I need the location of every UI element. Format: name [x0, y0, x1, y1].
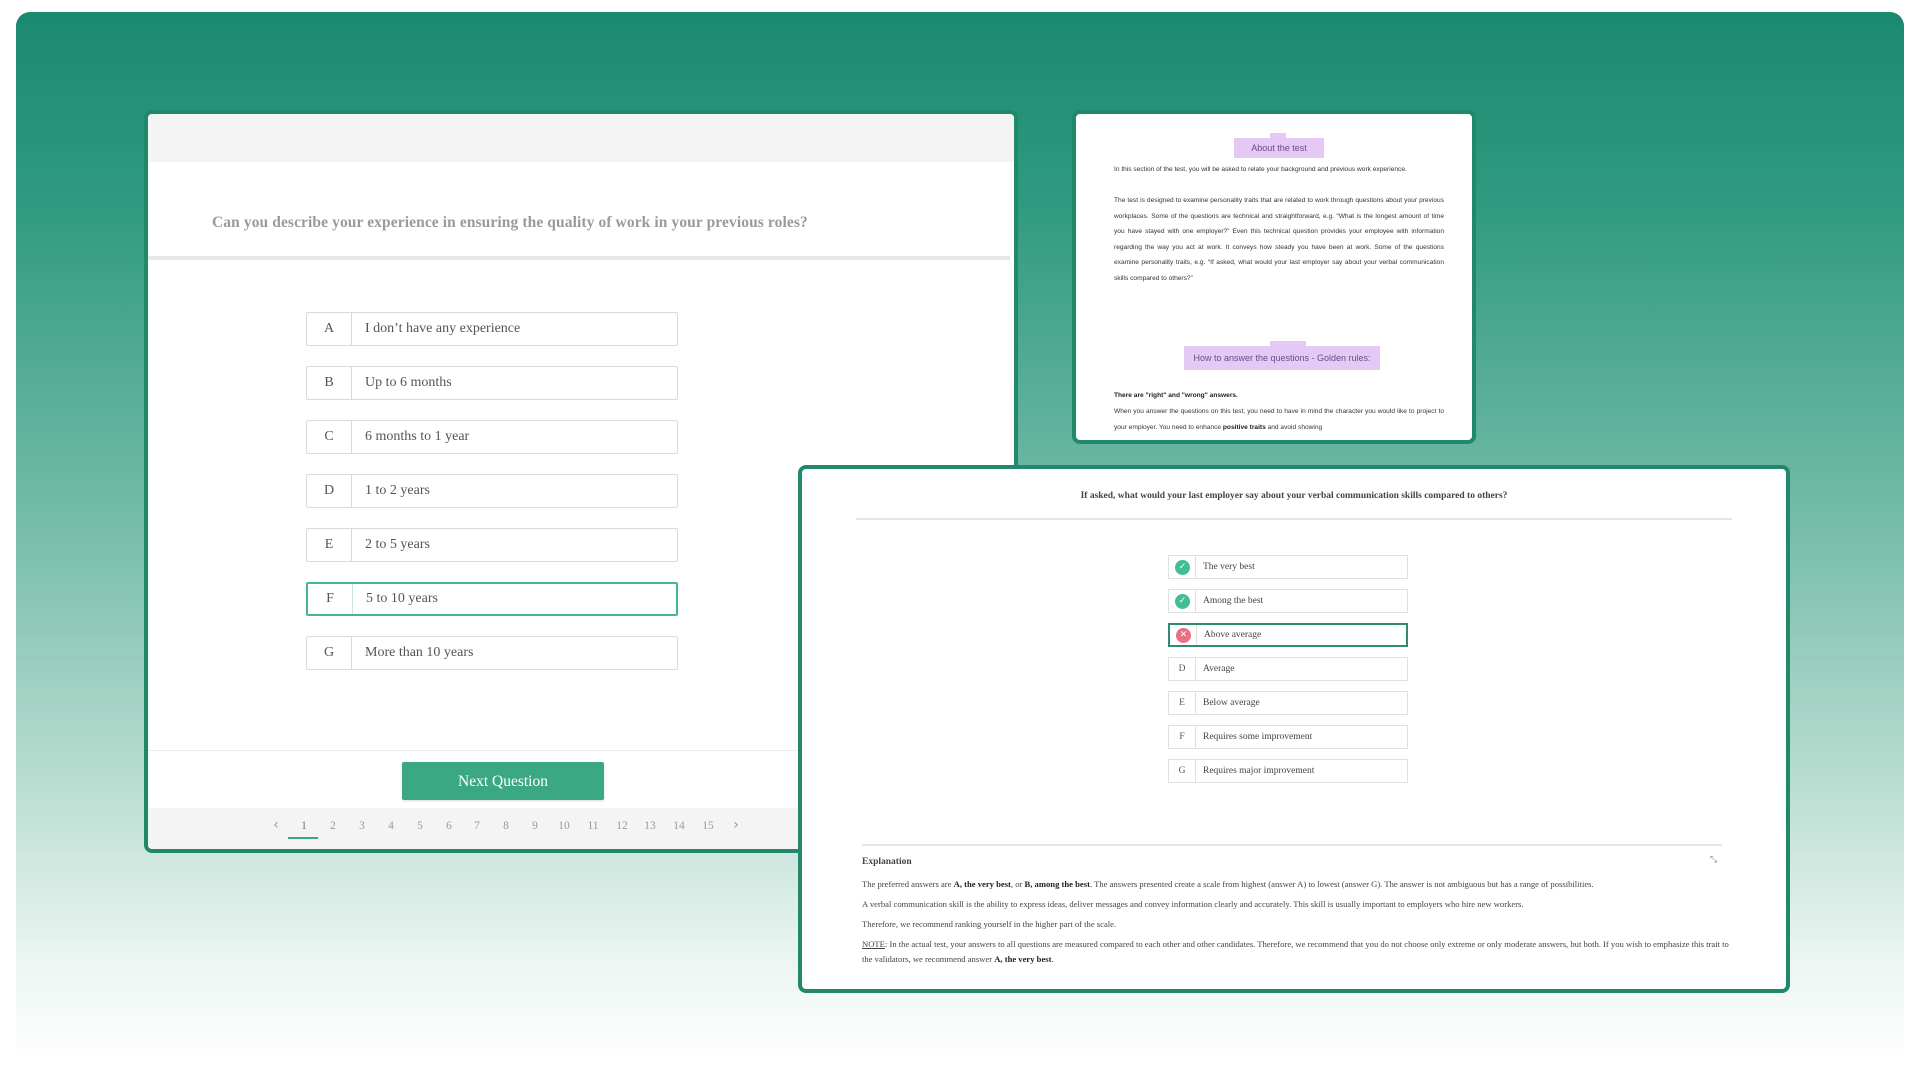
explanation-paragraph-2: A verbal communication skill is the abil… — [862, 899, 1524, 909]
option-f-selected[interactable]: F 5 to 10 years — [306, 582, 678, 616]
option-letter: F — [308, 584, 353, 614]
rule-title-text: There are "right" and "wrong" answers. — [1114, 392, 1238, 399]
page-4[interactable]: 4 — [381, 820, 401, 832]
option-letter: C — [307, 421, 352, 453]
page-5[interactable]: 5 — [410, 820, 430, 832]
exp-text: The preferred answers are — [862, 879, 954, 889]
explanation-title: Explanation — [862, 857, 912, 867]
option-label: Up to 6 months — [365, 375, 452, 390]
chevron-left-icon[interactable]: ‹ — [266, 817, 286, 833]
option-d[interactable]: D 1 to 2 years — [306, 474, 678, 508]
exp-bold: A, the very best — [953, 879, 1011, 889]
cross-icon: ✕ — [1176, 628, 1191, 643]
option-label: I don’t have any experience — [365, 321, 521, 336]
review-option-e[interactable]: E Below average — [1168, 691, 1408, 715]
rule-text-bold: positive traits — [1222, 423, 1266, 431]
about-paragraph-1: In this section of the test, you will be… — [1114, 166, 1407, 173]
rules-heading-text: How to answer the questions - Golden rul… — [1193, 353, 1371, 363]
page-12[interactable]: 12 — [612, 820, 632, 832]
option-marker: ✓ — [1169, 556, 1196, 578]
rule-title: There are "right" and "wrong" answers. — [1114, 388, 1444, 404]
page-11[interactable]: 11 — [583, 820, 603, 832]
page-15[interactable]: 15 — [698, 820, 718, 832]
review-option-d[interactable]: D Average — [1168, 657, 1408, 681]
option-letter: F — [1169, 726, 1196, 748]
about-heading-text: About the test — [1251, 143, 1307, 153]
exp-bold: B, among the best — [1024, 879, 1090, 889]
rule-text: When you answer the questions on this te… — [1114, 404, 1444, 435]
exp-text: , or — [1010, 879, 1025, 889]
option-label: 2 to 5 years — [365, 537, 430, 552]
review-option-g[interactable]: G Requires major improvement — [1168, 759, 1408, 783]
explanation-paragraph-3: Therefore, we recommend ranking yourself… — [862, 919, 1117, 929]
highlight-tab — [1270, 341, 1306, 346]
about-paragraph-2: The test is designed to examine personal… — [1114, 197, 1444, 282]
page-9[interactable]: 9 — [525, 820, 545, 832]
rules-heading: How to answer the questions - Golden rul… — [1184, 341, 1380, 370]
option-letter: E — [1169, 692, 1196, 714]
note-label: NOTE — [862, 939, 885, 949]
divider — [148, 256, 1010, 260]
collapse-icon[interactable]: ⤡ — [1710, 855, 1717, 865]
option-label: 6 months to 1 year — [365, 429, 470, 444]
page-1[interactable]: 1 — [288, 820, 318, 839]
option-label: Below average — [1203, 698, 1260, 708]
option-label: Above average — [1204, 630, 1262, 640]
option-letter: G — [307, 637, 352, 669]
page-2[interactable]: 2 — [323, 820, 343, 832]
note-end: . — [1051, 954, 1054, 964]
exp-text: . The answers presented create a scale f… — [1089, 879, 1594, 889]
option-label: More than 10 years — [365, 645, 474, 660]
option-letter: D — [1169, 658, 1196, 680]
option-letter: E — [307, 529, 352, 561]
page-8[interactable]: 8 — [496, 820, 516, 832]
divider — [856, 518, 1732, 520]
option-g[interactable]: G More than 10 years — [306, 636, 678, 670]
option-letter: A — [307, 313, 352, 345]
option-letter: D — [307, 475, 352, 507]
highlight-tab — [1270, 133, 1286, 138]
option-c[interactable]: C 6 months to 1 year — [306, 420, 678, 454]
option-label: Requires major improvement — [1203, 766, 1315, 776]
page-10[interactable]: 10 — [554, 820, 574, 832]
next-question-button[interactable]: Next Question — [402, 762, 604, 800]
page-13[interactable]: 13 — [640, 820, 660, 832]
page-14[interactable]: 14 — [669, 820, 689, 832]
question-text: Can you describe your experience in ensu… — [212, 214, 808, 231]
option-letter: G — [1169, 760, 1196, 782]
option-label: Among the best — [1203, 596, 1264, 606]
option-label: 5 to 10 years — [366, 591, 438, 606]
about-heading: About the test — [1234, 133, 1324, 158]
option-marker: ✓ — [1169, 590, 1196, 612]
option-marker: ✕ — [1170, 625, 1197, 645]
option-a[interactable]: A I don’t have any experience — [306, 312, 678, 346]
top-bar — [148, 114, 1014, 162]
option-e[interactable]: E 2 to 5 years — [306, 528, 678, 562]
review-option-f[interactable]: F Requires some improvement — [1168, 725, 1408, 749]
check-icon: ✓ — [1175, 594, 1190, 609]
review-option-c-wrong[interactable]: ✕ Above average — [1168, 623, 1408, 647]
review-option-b-correct[interactable]: ✓ Among the best — [1168, 589, 1408, 613]
check-icon: ✓ — [1175, 560, 1190, 575]
page-6[interactable]: 6 — [439, 820, 459, 832]
page-3[interactable]: 3 — [352, 820, 372, 832]
review-card: If asked, what would your last employer … — [798, 465, 1790, 993]
guide-card: About the test In this section of the te… — [1072, 110, 1476, 444]
option-b[interactable]: B Up to 6 months — [306, 366, 678, 400]
note-bold: A, the very best — [994, 954, 1052, 964]
option-label: Average — [1203, 664, 1235, 674]
explanation-paragraph-1: The preferred answers are A, the very be… — [862, 877, 1732, 892]
review-option-a-correct[interactable]: ✓ The very best — [1168, 555, 1408, 579]
page-7[interactable]: 7 — [467, 820, 487, 832]
chevron-right-icon[interactable]: › — [726, 817, 746, 833]
explanation-divider — [862, 844, 1722, 846]
note-text: : In the actual test, your answers to al… — [862, 939, 1729, 964]
review-question-text: If asked, what would your last employer … — [1080, 491, 1508, 501]
option-letter: B — [307, 367, 352, 399]
explanation-note: NOTE: In the actual test, your answers t… — [862, 937, 1732, 967]
option-label: Requires some improvement — [1203, 732, 1313, 742]
option-label: The very best — [1203, 562, 1255, 572]
option-label: 1 to 2 years — [365, 483, 430, 498]
rule-text-after: and avoid showing — [1265, 423, 1323, 431]
